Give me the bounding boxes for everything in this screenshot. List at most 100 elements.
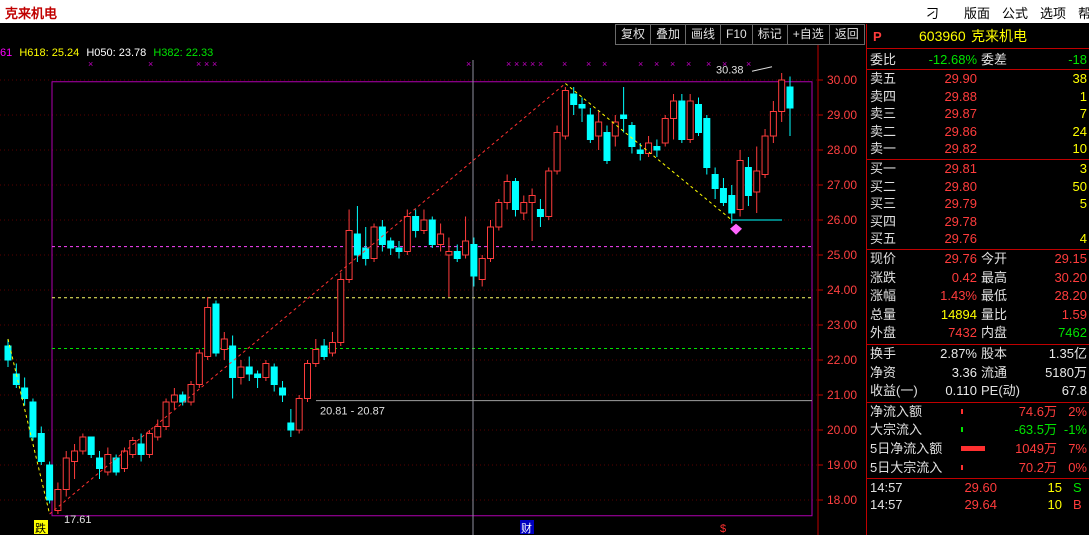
candle-down[interactable] — [536, 209, 544, 217]
candle-up[interactable] — [611, 121, 619, 137]
back-button[interactable]: 返回 — [828, 24, 865, 45]
candle-up[interactable] — [303, 363, 311, 399]
candle-up[interactable] — [478, 258, 486, 280]
candle-up[interactable] — [295, 398, 303, 431]
candle-up[interactable] — [120, 450, 128, 469]
candle-up[interactable] — [237, 366, 245, 378]
candle-down[interactable] — [678, 100, 686, 140]
candle-up[interactable] — [204, 307, 212, 357]
candle-up[interactable] — [686, 100, 694, 140]
overlay-button[interactable]: 叠加 — [650, 24, 687, 45]
candle-up[interactable] — [553, 132, 561, 172]
candle-up[interactable] — [71, 450, 79, 462]
candle-down[interactable] — [586, 114, 594, 140]
menu-item-layout[interactable]: 版面 — [964, 3, 990, 22]
candle-down[interactable] — [719, 188, 727, 203]
draw-line-button[interactable]: 画线 — [685, 24, 722, 45]
candle-up[interactable] — [220, 338, 228, 350]
candle-down[interactable] — [320, 345, 328, 357]
kline-chart[interactable]: 18.00 19.00 20.00 21.00 22.00 23.00 24.00 25.00… — [0, 45, 866, 535]
candle-up[interactable] — [769, 111, 777, 137]
candle-down[interactable] — [653, 146, 661, 151]
menu-item-options[interactable]: 选项 — [1040, 3, 1066, 22]
candle-up[interactable] — [753, 170, 761, 193]
candle-up[interactable] — [145, 433, 153, 455]
candle-down[interactable] — [287, 422, 295, 431]
candle-up[interactable] — [487, 226, 495, 259]
candle-down[interactable] — [96, 457, 104, 469]
candle-down[interactable] — [428, 219, 436, 245]
candle-down[interactable] — [786, 86, 794, 109]
candle-down[interactable] — [353, 233, 361, 256]
candle-down[interactable] — [578, 104, 586, 109]
candle-up[interactable] — [503, 181, 511, 203]
candle-up[interactable] — [79, 436, 87, 452]
candle-up[interactable] — [154, 426, 162, 438]
candle-down[interactable] — [29, 401, 37, 438]
add-watchlist-button[interactable]: +自选 — [786, 24, 830, 45]
candle-down[interactable] — [87, 436, 95, 455]
menu-item-help[interactable]: 帮 — [1078, 3, 1089, 22]
candle-up[interactable] — [195, 352, 203, 385]
candle-up[interactable] — [328, 342, 336, 354]
candle-down[interactable] — [628, 125, 636, 147]
candle-up[interactable] — [187, 384, 195, 403]
candle-up[interactable] — [462, 240, 470, 256]
candle-down[interactable] — [603, 132, 611, 161]
candle-up[interactable] — [661, 118, 669, 144]
candle-down[interactable] — [620, 114, 628, 119]
candle-up[interactable] — [345, 230, 353, 280]
menu-item-0[interactable]: 刁 — [926, 3, 939, 22]
candle-up[interactable] — [337, 279, 345, 343]
candle-down[interactable] — [270, 366, 278, 385]
candle-down[interactable] — [46, 464, 54, 501]
candle-down[interactable] — [387, 240, 395, 249]
candle-down[interactable] — [212, 303, 220, 354]
candle-up[interactable] — [162, 401, 170, 427]
candle-down[interactable] — [4, 345, 12, 361]
candle-down[interactable] — [570, 93, 578, 105]
mark-button[interactable]: 标记 — [751, 24, 788, 45]
candle-up[interactable] — [129, 440, 137, 455]
candle-up[interactable] — [670, 100, 678, 119]
candle-down[interactable] — [37, 433, 45, 462]
candle-down[interactable] — [511, 181, 519, 210]
candle-down[interactable] — [694, 104, 702, 133]
candle-up[interactable] — [170, 394, 178, 403]
candle-down[interactable] — [395, 247, 403, 252]
candle-up[interactable] — [778, 79, 786, 112]
candle-down[interactable] — [728, 195, 736, 214]
candle-down[interactable] — [744, 167, 752, 196]
candle-down[interactable] — [711, 174, 719, 189]
candle-down[interactable] — [636, 149, 644, 154]
candle-up[interactable] — [561, 90, 569, 137]
candle-up[interactable] — [520, 202, 528, 214]
menu-item-formula[interactable]: 公式 — [1002, 3, 1028, 22]
candle-down[interactable] — [279, 387, 287, 396]
candle-up[interactable] — [312, 349, 320, 364]
candle-down[interactable] — [21, 387, 29, 399]
candle-down[interactable] — [453, 251, 461, 259]
candle-up[interactable] — [403, 216, 411, 252]
fuquan-button[interactable]: 复权 — [615, 24, 652, 45]
candle-up[interactable] — [262, 363, 270, 378]
candle-down[interactable] — [245, 366, 253, 375]
candle-up[interactable] — [645, 142, 653, 154]
candle-down[interactable] — [470, 244, 478, 277]
candle-down[interactable] — [229, 345, 237, 378]
candle-down[interactable] — [254, 373, 262, 378]
candle-up[interactable] — [62, 457, 70, 490]
f10-button[interactable]: F10 — [720, 24, 753, 45]
candle-up[interactable] — [736, 160, 744, 210]
candle-up[interactable] — [595, 121, 603, 137]
candle-up[interactable] — [420, 219, 428, 231]
candle-up[interactable] — [445, 251, 453, 256]
candle-up[interactable] — [545, 170, 553, 217]
candle-down[interactable] — [412, 216, 420, 231]
candle-up[interactable] — [437, 233, 445, 245]
candle-down[interactable] — [362, 247, 370, 259]
candle-up[interactable] — [528, 195, 536, 203]
candle-up[interactable] — [54, 489, 62, 511]
candle-down[interactable] — [137, 443, 145, 455]
candle-up[interactable] — [761, 135, 769, 175]
